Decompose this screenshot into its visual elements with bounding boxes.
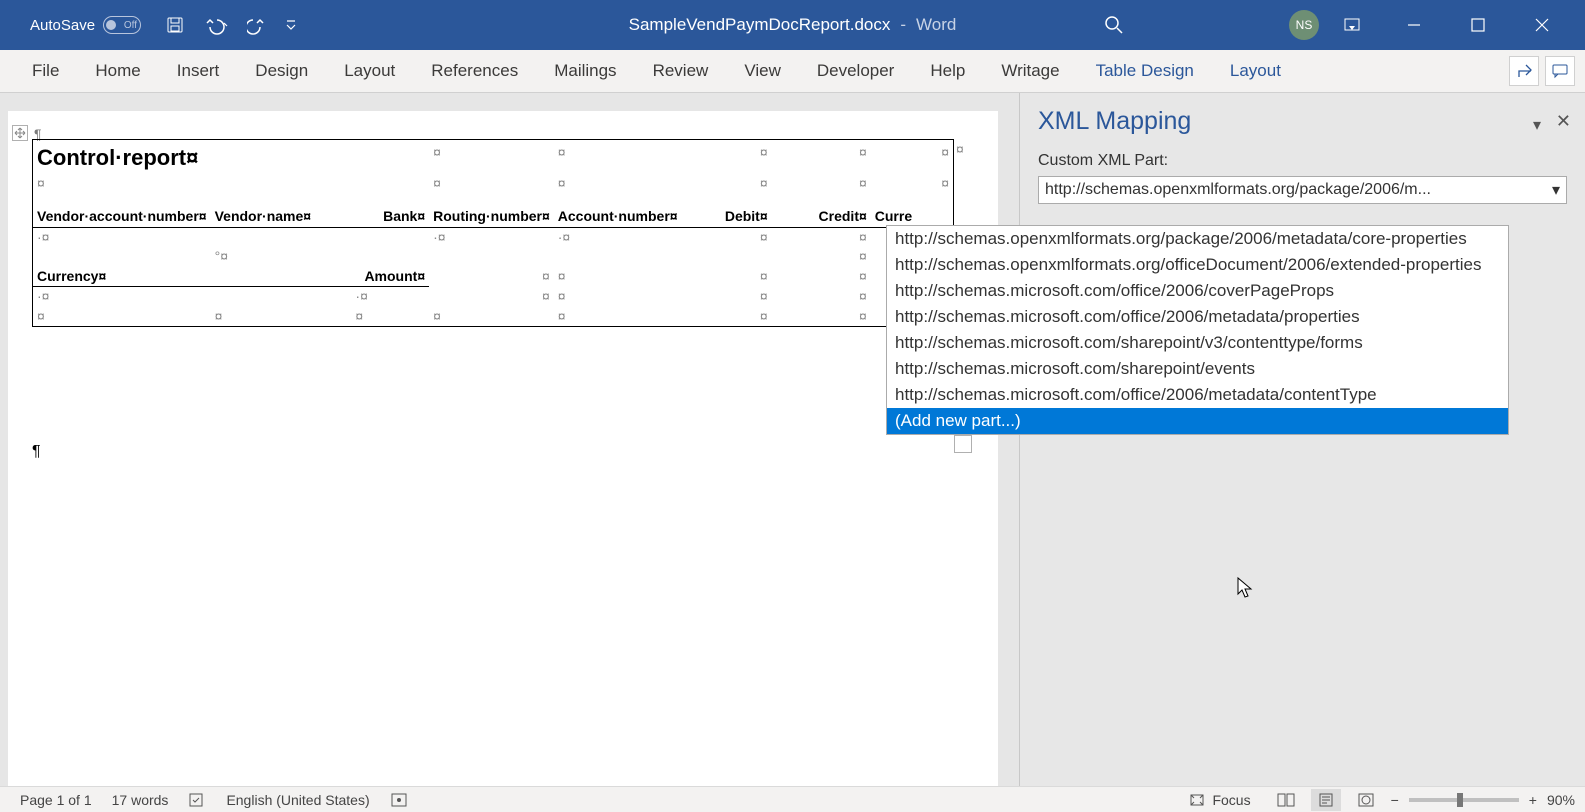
zoom-in-button[interactable]: + (1529, 792, 1537, 808)
xml-part-option[interactable]: http://schemas.openxmlformats.org/packag… (887, 226, 1508, 252)
page-count[interactable]: Page 1 of 1 (10, 792, 102, 808)
read-mode-icon[interactable] (1271, 789, 1301, 811)
tab-home[interactable]: Home (77, 50, 158, 92)
tab-file[interactable]: File (14, 50, 77, 92)
zoom-out-button[interactable]: − (1391, 792, 1399, 808)
xml-part-option[interactable]: http://schemas.microsoft.com/sharepoint/… (887, 330, 1508, 356)
xml-part-option-add-new[interactable]: (Add new part...) (887, 408, 1508, 434)
search-icon[interactable] (1103, 14, 1125, 36)
xml-part-option[interactable]: http://schemas.microsoft.com/office/2006… (887, 278, 1508, 304)
tab-help[interactable]: Help (912, 50, 983, 92)
tab-table-layout[interactable]: Layout (1212, 50, 1299, 92)
cursor-icon (1236, 576, 1256, 600)
tab-table-design[interactable]: Table Design (1078, 50, 1212, 92)
share-button[interactable] (1509, 56, 1539, 86)
custom-xml-part-dropdown[interactable]: http://schemas.openxmlformats.org/packag… (886, 225, 1509, 435)
custom-xml-part-label: Custom XML Part: (1038, 152, 1567, 170)
status-bar: Page 1 of 1 17 words English (United Sta… (0, 786, 1585, 812)
report-title: Control·report¤ (33, 140, 430, 174)
autosave-toggle[interactable]: AutoSave Off (30, 16, 141, 34)
document-canvas[interactable]: ¶ Control·report¤ ¤¤¤¤¤ ¤ ¤¤¤¤¤ (0, 93, 1020, 786)
zoom-slider[interactable] (1409, 798, 1519, 802)
redo-icon[interactable] (247, 15, 267, 35)
quick-access-toolbar (165, 15, 297, 35)
undo-icon[interactable] (203, 15, 229, 35)
tab-review[interactable]: Review (635, 50, 727, 92)
language-status[interactable]: English (United States) (216, 792, 379, 808)
tab-developer[interactable]: Developer (799, 50, 913, 92)
autosave-label: AutoSave (30, 17, 95, 34)
toggle-switch[interactable]: Off (103, 16, 141, 34)
pane-options-icon[interactable]: ▾ (1533, 115, 1541, 135)
minimize-button[interactable] (1407, 18, 1447, 32)
spellcheck-icon[interactable] (178, 791, 216, 809)
maximize-button[interactable] (1471, 18, 1511, 32)
tab-writage[interactable]: Writage (983, 50, 1077, 92)
control-report-table[interactable]: Control·report¤ ¤¤¤¤¤ ¤ ¤¤¤¤¤ Vendor·acc… (32, 139, 954, 327)
web-layout-icon[interactable] (1351, 789, 1381, 811)
tab-mailings[interactable]: Mailings (536, 50, 634, 92)
tab-layout[interactable]: Layout (326, 50, 413, 92)
close-button[interactable] (1535, 18, 1575, 32)
table-move-handle-icon[interactable] (12, 125, 28, 141)
comments-button[interactable] (1545, 56, 1575, 86)
tab-view[interactable]: View (726, 50, 799, 92)
custom-xml-part-combo[interactable]: http://schemas.openxmlformats.org/packag… (1038, 176, 1567, 204)
focus-mode-button[interactable]: Focus (1178, 791, 1260, 809)
xml-part-option[interactable]: http://schemas.microsoft.com/sharepoint/… (887, 356, 1508, 382)
title-bar: AutoSave Off SampleVendPaymDocReport.doc… (0, 0, 1585, 50)
zoom-level[interactable]: 90% (1547, 792, 1575, 808)
chevron-down-icon: ▾ (1552, 180, 1560, 200)
document-title: SampleVendPaymDocReport.docx - Word (629, 15, 957, 35)
macro-icon[interactable] (380, 791, 418, 809)
tab-design[interactable]: Design (237, 50, 326, 92)
word-count[interactable]: 17 words (102, 792, 179, 808)
pane-title: XML Mapping (1038, 107, 1191, 136)
table-resize-handle-icon[interactable] (954, 435, 972, 453)
print-layout-icon[interactable] (1311, 789, 1341, 811)
ribbon-tabs: File Home Insert Design Layout Reference… (0, 50, 1585, 93)
xml-part-option[interactable]: http://schemas.microsoft.com/office/2006… (887, 382, 1508, 408)
xml-part-option[interactable]: http://schemas.microsoft.com/office/2006… (887, 304, 1508, 330)
xml-part-option[interactable]: http://schemas.openxmlformats.org/office… (887, 252, 1508, 278)
save-icon[interactable] (165, 15, 185, 35)
tab-references[interactable]: References (413, 50, 536, 92)
xml-mapping-pane: XML Mapping ▾ ✕ Custom XML Part: http://… (1020, 93, 1585, 786)
ribbon-display-options-icon[interactable] (1343, 16, 1383, 34)
account-avatar[interactable]: NS (1289, 10, 1319, 40)
qat-more-icon[interactable] (285, 15, 297, 35)
tab-insert[interactable]: Insert (159, 50, 238, 92)
page: ¶ Control·report¤ ¤¤¤¤¤ ¤ ¤¤¤¤¤ (8, 111, 998, 786)
paragraph-mark-icon: ¶ (32, 443, 41, 461)
pane-close-button[interactable]: ✕ (1556, 111, 1571, 132)
